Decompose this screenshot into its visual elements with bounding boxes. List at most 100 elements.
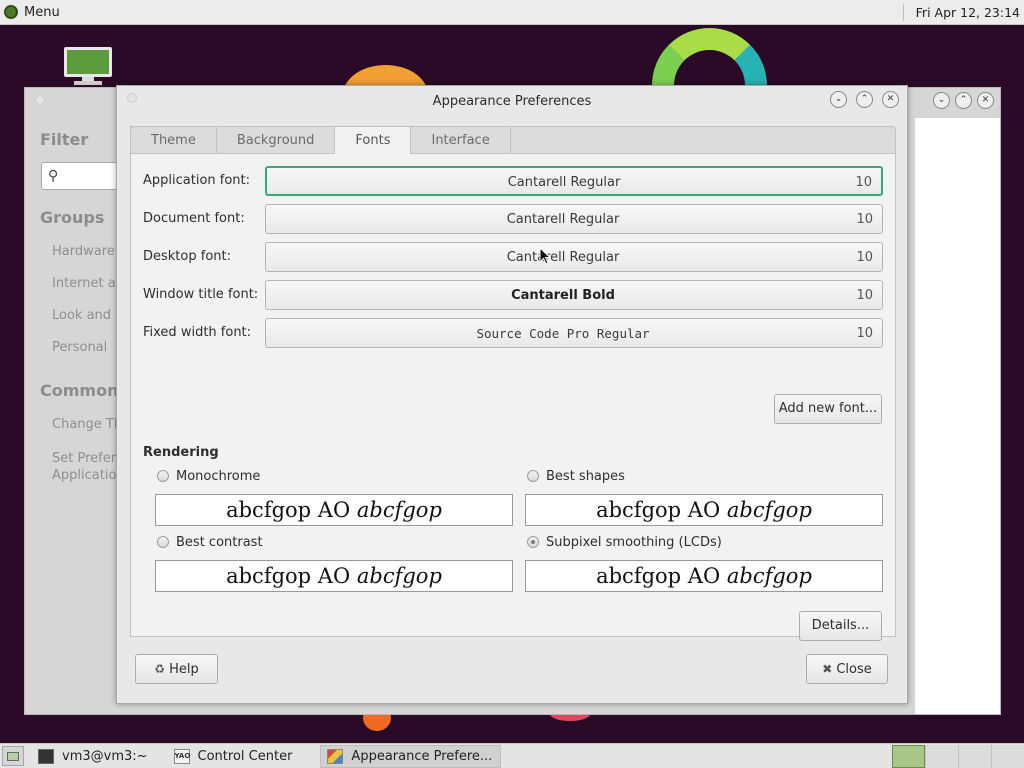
window-title-font-button[interactable]: Cantarell Bold 10 — [265, 280, 883, 310]
font-label: Window title font: — [143, 287, 259, 302]
preview-text: abcfgop AO — [596, 498, 727, 522]
radio-button[interactable] — [157, 536, 169, 548]
workspace-switcher — [892, 745, 1024, 768]
workspace-2[interactable] — [925, 745, 958, 768]
filter-heading: Filter — [40, 130, 89, 149]
tabs: Theme Background Fonts Interface — [130, 126, 511, 154]
help-button[interactable]: ♻ Help — [135, 654, 218, 684]
font-name: Source Code Pro Regular — [476, 326, 650, 341]
show-desktop-icon — [7, 751, 19, 761]
font-row-window-title: Window title font: Cantarell Bold 10 — [131, 280, 897, 310]
taskbar-item-appearance[interactable]: Appearance Prefere... — [320, 744, 502, 768]
taskbar-item-control-center[interactable]: YAO Control Center — [168, 745, 301, 768]
font-size: 10 — [856, 288, 873, 303]
control-center-icon: YAO — [173, 748, 190, 764]
titlebar[interactable]: Appearance Preferences ⌄ ⌃ ✕ — [117, 86, 907, 116]
workspace-3[interactable] — [958, 745, 991, 768]
desktop: ⌄ ⌃ ✕ Filter ⚲ Groups Hardware Internet … — [0, 25, 1024, 743]
close-icon[interactable]: ✕ — [882, 91, 899, 108]
close-label: Close — [836, 662, 872, 677]
radio-label: Best contrast — [176, 535, 263, 550]
preview-text-italic: abcfgop — [726, 498, 812, 522]
appearance-icon — [327, 748, 344, 764]
appearance-preferences-dialog: Appearance Preferences ⌄ ⌃ ✕ Theme Backg… — [116, 85, 908, 704]
tab-background[interactable]: Background — [215, 126, 335, 154]
preview-text-italic: abcfgop — [356, 564, 442, 588]
radio-button[interactable] — [527, 536, 539, 548]
tab-interface[interactable]: Interface — [410, 126, 511, 154]
menu-button[interactable]: Menu — [0, 0, 66, 25]
preview-text-italic: abcfgop — [356, 498, 442, 522]
mint-logo-icon — [4, 5, 18, 19]
font-size: 10 — [856, 250, 873, 265]
font-size: 10 — [855, 175, 872, 190]
panel-separator — [902, 3, 904, 21]
font-name: Cantarell Regular — [507, 175, 621, 190]
minimize-icon[interactable]: ⌄ — [933, 92, 950, 109]
sidebar-item-label: Application — [52, 468, 125, 483]
font-row-desktop: Desktop font: Cantarell Regular 10 — [131, 242, 897, 272]
radio-label: Best shapes — [546, 469, 625, 484]
bottom-panel: vm3@vm3:~ YAO Control Center Appearance … — [0, 743, 1024, 768]
preview-best-contrast: abcfgop AO abcfgop — [155, 560, 513, 592]
clock-area: Fri Apr 12, 23:14 — [902, 0, 1024, 25]
window-controls: ⌄ ⌃ ✕ — [933, 92, 994, 109]
desktop-font-button[interactable]: Cantarell Regular 10 — [265, 242, 883, 272]
groups-heading: Groups — [40, 208, 105, 227]
content-pane — [915, 118, 1000, 714]
close-icon[interactable]: ✕ — [977, 92, 994, 109]
tab-fonts[interactable]: Fonts — [334, 126, 411, 154]
clock[interactable]: Fri Apr 12, 23:14 — [916, 5, 1024, 20]
radio-button[interactable] — [157, 470, 169, 482]
add-new-font-button[interactable]: Add new font... — [774, 394, 882, 424]
tab-theme[interactable]: Theme — [130, 126, 216, 154]
font-name: Cantarell Bold — [511, 288, 615, 303]
fonts-panel: Application font: Cantarell Regular 10 D… — [130, 153, 897, 641]
radio-label: Subpixel smoothing (LCDs) — [546, 535, 722, 550]
taskbar-item-terminal[interactable]: vm3@vm3:~ — [32, 745, 156, 768]
top-panel: Menu Fri Apr 12, 23:14 — [0, 0, 1024, 25]
preview-text-italic: abcfgop — [726, 564, 812, 588]
preview-text: abcfgop AO — [226, 498, 357, 522]
close-icon: ✖ — [822, 662, 833, 676]
maximize-icon[interactable]: ⌃ — [856, 91, 873, 108]
radio-label: Monochrome — [176, 469, 261, 484]
preview-subpixel: abcfgop AO abcfgop — [525, 560, 883, 592]
radio-button[interactable] — [527, 470, 539, 482]
details-button[interactable]: Details... — [799, 611, 882, 641]
font-label: Document font: — [143, 211, 245, 226]
preview-text: abcfgop AO — [226, 564, 357, 588]
font-row-document: Document font: Cantarell Regular 10 — [131, 204, 897, 234]
document-font-button[interactable]: Cantarell Regular 10 — [265, 204, 883, 234]
window-title: Appearance Preferences — [432, 94, 592, 109]
help-label: Help — [169, 662, 199, 677]
terminal-icon — [38, 748, 54, 764]
maximize-icon[interactable]: ⌃ — [955, 92, 972, 109]
font-label: Fixed width font: — [143, 325, 252, 340]
sidebar-item-label: Set Prefer — [52, 451, 117, 466]
font-name: Cantarell Regular — [506, 212, 620, 227]
font-size: 10 — [856, 326, 873, 341]
preview-text: abcfgop AO — [596, 564, 727, 588]
font-name: Cantarell Regular — [506, 250, 620, 265]
application-font-button[interactable]: Cantarell Regular 10 — [265, 166, 883, 196]
workspace-4[interactable] — [991, 745, 1024, 768]
menu-label: Menu — [24, 4, 60, 20]
taskbar-item-label: Control Center — [197, 748, 293, 764]
close-button[interactable]: ✖ Close — [806, 654, 888, 684]
fixed-width-font-button[interactable]: Source Code Pro Regular 10 — [265, 318, 883, 348]
monitor-icon — [64, 47, 112, 77]
search-icon: ⚲ — [48, 168, 59, 184]
rendering-heading: Rendering — [143, 445, 219, 460]
workspace-1[interactable] — [892, 745, 925, 768]
minimize-icon[interactable]: ⌄ — [830, 91, 847, 108]
taskbar-item-label: vm3@vm3:~ — [62, 748, 148, 764]
font-label: Application font: — [143, 173, 251, 188]
computer-desktop-icon[interactable] — [64, 47, 112, 87]
preview-monochrome: abcfgop AO abcfgop — [155, 494, 513, 526]
preview-best-shapes: abcfgop AO abcfgop — [525, 494, 883, 526]
window-menu-icon[interactable] — [35, 95, 45, 105]
font-row-fixed-width: Fixed width font: Source Code Pro Regula… — [131, 318, 897, 348]
monitor-base — [74, 81, 102, 85]
show-desktop-button[interactable] — [2, 746, 24, 766]
